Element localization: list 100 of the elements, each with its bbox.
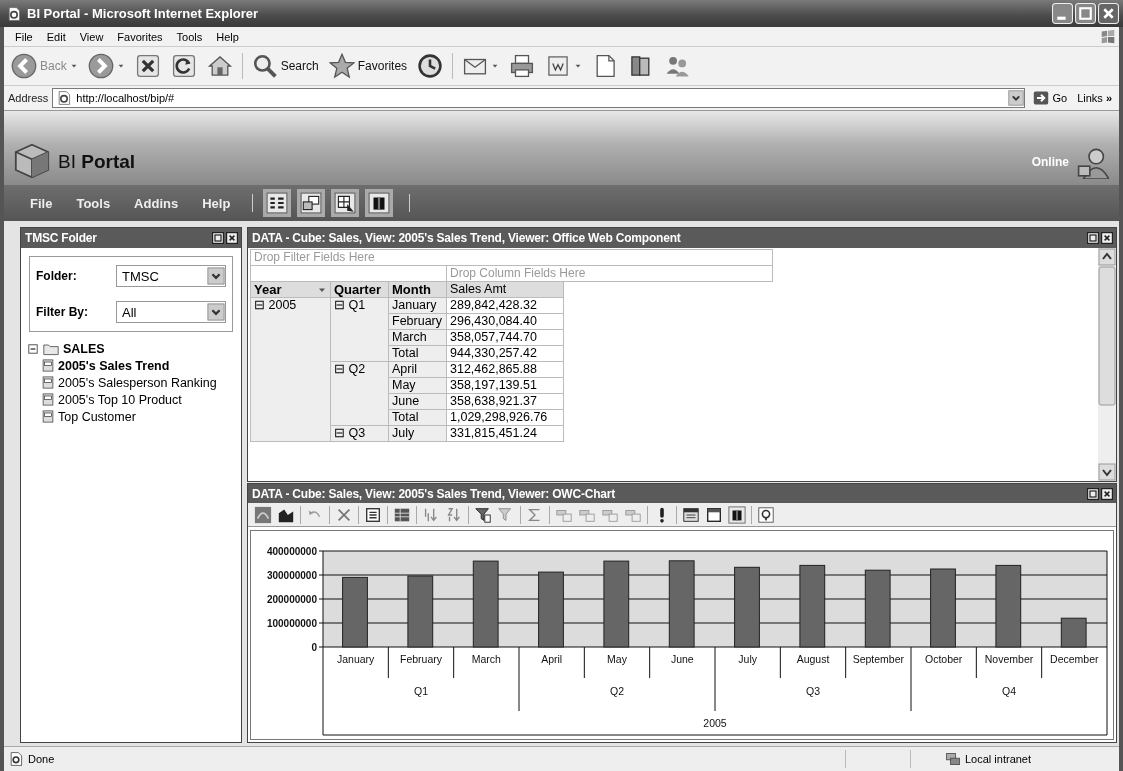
axis-label: Q4 — [1002, 685, 1016, 697]
table-cell: 358,638,921.37 — [450, 394, 537, 408]
menu-item[interactable]: Tools — [64, 195, 123, 211]
caret-icon — [116, 62, 125, 70]
favorites-button[interactable]: Favorites — [325, 51, 411, 81]
network-icon — [945, 751, 961, 767]
history-icon — [417, 53, 444, 79]
list-icon[interactable] — [364, 505, 382, 524]
menu-item[interactable]: Help — [209, 30, 246, 43]
drop-zone-label: Drop Column Fields Here — [450, 266, 586, 280]
table-cell: 331,815,451.24 — [450, 426, 537, 440]
dropdown[interactable]: TMSC — [116, 265, 226, 287]
menu-item[interactable]: View — [72, 30, 111, 43]
report-icon — [41, 409, 55, 424]
axis-label: Q2 — [610, 685, 624, 697]
axis-tick-label: 0 — [311, 642, 317, 653]
address-field[interactable]: http://localhost/bip/# — [52, 88, 1025, 108]
bar — [342, 576, 368, 648]
window-icon[interactable] — [705, 505, 723, 524]
report-icon — [41, 358, 55, 373]
tree-item[interactable]: 2005's Sales Trend — [58, 358, 170, 373]
row-header[interactable]: ⊟ 2005 — [254, 298, 297, 312]
axis-label: May — [607, 653, 627, 665]
forward-icon — [87, 53, 114, 79]
table-cell: 358,197,139.51 — [450, 378, 537, 392]
tree-item[interactable]: SALES — [63, 341, 105, 356]
table-cell: May — [392, 378, 416, 392]
row-header[interactable]: ⊟ Q1 — [334, 298, 366, 312]
caret-icon — [491, 62, 500, 70]
column-header: Sales Amt — [450, 282, 507, 296]
menu-item[interactable]: File — [18, 195, 65, 211]
menu-item[interactable]: Help — [190, 195, 243, 211]
axis-label: November — [984, 653, 1034, 665]
restore-icon[interactable] — [1087, 487, 1099, 500]
restore-icon[interactable] — [1087, 232, 1099, 244]
menu-item[interactable]: Addins — [122, 195, 191, 211]
axis-label: February — [400, 653, 442, 665]
scrollbar[interactable] — [1098, 248, 1116, 481]
bar — [1060, 617, 1087, 648]
axis-label: Q3 — [806, 685, 820, 697]
dropdown[interactable]: All — [116, 301, 226, 323]
menu-item[interactable]: File — [8, 30, 40, 43]
table-cell: Total — [392, 346, 419, 360]
status-text: Done — [28, 753, 56, 765]
printer-icon — [509, 53, 536, 79]
refresh-icon — [170, 53, 197, 79]
online-status: Online — [1031, 155, 1069, 171]
back-icon — [11, 53, 37, 79]
restore-icon[interactable] — [212, 232, 224, 244]
maximize-button[interactable] — [1075, 3, 1096, 24]
axis-tick-label: 200000000 — [266, 594, 317, 605]
axis-label: 2005 — [703, 717, 727, 729]
help-icon[interactable] — [757, 505, 775, 524]
axis-tick-label: 400000000 — [266, 546, 317, 557]
column-header: Month — [392, 282, 431, 297]
axis-label: January — [337, 653, 375, 665]
row-header[interactable]: ⊟ Q2 — [334, 362, 366, 376]
menu-item[interactable]: Edit — [39, 30, 73, 43]
table-cell: 1,029,298,926.76 — [450, 410, 548, 424]
menu-item[interactable]: Favorites — [110, 30, 170, 43]
minimize-button[interactable] — [1052, 3, 1073, 24]
grid-icon[interactable] — [334, 192, 357, 214]
axis-label: September — [852, 653, 904, 665]
windows-icon[interactable] — [300, 192, 323, 214]
stop-icon — [134, 53, 161, 79]
collapse-icon[interactable] — [27, 342, 39, 355]
book-icon[interactable] — [728, 505, 746, 524]
export-icon[interactable] — [682, 505, 700, 524]
table-cell: 289,842,428.32 — [450, 298, 537, 312]
filter-icon[interactable] — [474, 505, 492, 524]
table-cell: January — [392, 298, 437, 312]
axis-tick-label: 100000000 — [266, 618, 317, 629]
drop-zone-label: Drop Filter Fields Here — [254, 250, 375, 264]
chart-type-icon[interactable] — [254, 505, 272, 524]
tree-item[interactable]: Top Customer — [58, 409, 136, 424]
links-button[interactable]: Links » — [1074, 92, 1115, 104]
table-cell: 358,057,744.70 — [450, 330, 537, 344]
book-icon[interactable] — [368, 192, 391, 214]
table-cell: March — [392, 330, 427, 344]
list-icon[interactable] — [266, 192, 289, 214]
table-cell: 944,330,257.42 — [450, 346, 537, 360]
tree-item[interactable]: 2005's Top 10 Product — [58, 392, 182, 407]
axis-label: March — [471, 653, 501, 665]
report-icon — [41, 392, 55, 407]
caret-icon — [69, 62, 78, 70]
axis-label: July — [738, 653, 757, 665]
close-button[interactable] — [1098, 3, 1119, 24]
report-icon — [41, 375, 55, 390]
tree-item[interactable]: 2005's Salesperson Ranking — [58, 375, 217, 390]
close-icon[interactable] — [1101, 487, 1113, 500]
search-button[interactable]: Search — [248, 51, 322, 81]
axis-tick-label: 300000000 — [266, 570, 317, 581]
close-icon[interactable] — [1101, 232, 1113, 244]
sort-descending-icon[interactable] — [445, 505, 463, 524]
table-cell: 312,462,865.88 — [450, 362, 537, 376]
panel-title: DATA - Cube: Sales, View: 2005's Sales Trend, Viewer: OWC-Chart — [252, 486, 617, 501]
go-button[interactable]: Go — [1028, 90, 1071, 106]
menu-item[interactable]: Tools — [169, 30, 210, 43]
page-icon — [56, 90, 73, 106]
close-icon[interactable] — [226, 232, 238, 244]
